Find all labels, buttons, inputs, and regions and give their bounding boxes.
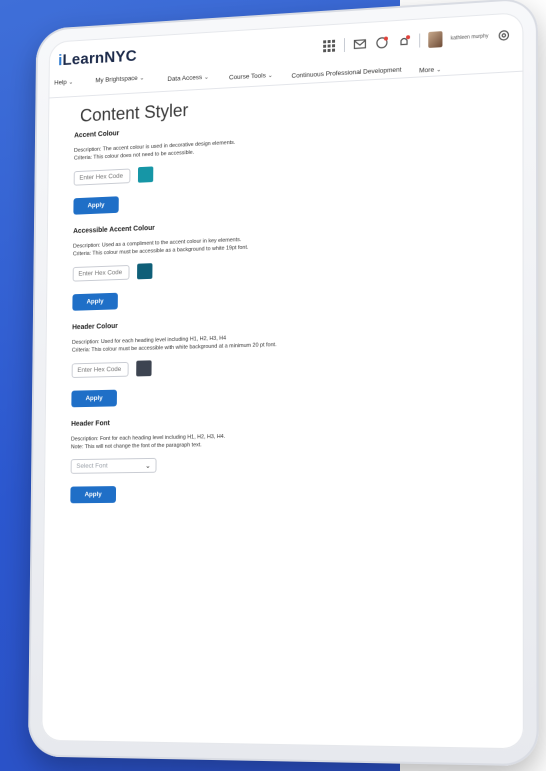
chevron-down-icon: ⌄ xyxy=(139,75,145,82)
apply-button[interactable]: Apply xyxy=(72,292,118,311)
nav-more[interactable]: More ⌄ xyxy=(419,66,442,75)
section-header-colour: Header Colour Description: Used for each… xyxy=(71,311,523,408)
divider xyxy=(419,33,421,48)
hex-code-input[interactable] xyxy=(72,264,130,282)
input-row xyxy=(71,351,524,378)
mail-icon[interactable] xyxy=(353,37,367,52)
logo-text: LearnNYC xyxy=(62,47,137,69)
app-screen: iLearnNYC kathleen murphy Help ⌄ My Brig… xyxy=(41,12,524,750)
hex-code-input[interactable] xyxy=(73,168,131,186)
app-logo[interactable]: iLearnNYC xyxy=(58,48,137,70)
apply-button[interactable]: Apply xyxy=(70,486,117,504)
nav-continuous-professional-development[interactable]: Continuous Professional Development xyxy=(291,67,401,80)
nav-help[interactable]: Help ⌄ xyxy=(54,79,74,87)
color-swatch xyxy=(137,263,153,280)
nav-label: Help xyxy=(54,79,67,87)
section-title: Header Font xyxy=(71,420,110,428)
nav-label: Course Tools xyxy=(228,72,266,82)
apply-button[interactable]: Apply xyxy=(73,196,119,215)
grid-icon[interactable] xyxy=(322,39,336,54)
section-accent-colour: Accent Colour Description: The accent co… xyxy=(73,109,523,215)
chevron-down-icon: ⌄ xyxy=(68,79,74,86)
section-header-font: Header Font Description: Font for each h… xyxy=(70,412,524,504)
nav-my-brightspace[interactable]: My Brightspace ⌄ xyxy=(95,75,145,85)
nav-label: Continuous Professional Development xyxy=(291,66,402,80)
user-avatar[interactable] xyxy=(428,31,443,48)
font-select[interactable]: Select Font ⌄ xyxy=(70,457,157,474)
nav-label: More xyxy=(419,66,435,75)
nav-data-access[interactable]: Data Access ⌄ xyxy=(167,74,209,83)
nav-label: My Brightspace xyxy=(95,75,138,85)
gear-icon[interactable] xyxy=(497,28,511,43)
input-row: Select Font ⌄ xyxy=(70,452,524,474)
user-name[interactable]: kathleen murphy xyxy=(451,33,489,41)
bell-icon[interactable] xyxy=(397,34,411,49)
hex-code-input[interactable] xyxy=(71,361,129,378)
nav-label: Data Access xyxy=(167,74,203,83)
tablet-device: iLearnNYC kathleen murphy Help ⌄ My Brig… xyxy=(27,0,539,767)
section-accessible-accent-colour: Accessible Accent Colour Description: Us… xyxy=(72,210,523,311)
chevron-down-icon: ⌄ xyxy=(267,73,273,80)
chevron-down-icon: ⌄ xyxy=(145,462,151,470)
chat-icon[interactable] xyxy=(375,35,389,50)
chevron-down-icon: ⌄ xyxy=(203,74,209,81)
apply-button[interactable]: Apply xyxy=(71,389,117,408)
color-swatch xyxy=(136,360,152,377)
select-value: Select Font xyxy=(76,462,108,470)
divider xyxy=(343,38,346,53)
nav-course-tools[interactable]: Course Tools ⌄ xyxy=(229,72,273,81)
chevron-down-icon: ⌄ xyxy=(436,67,442,74)
color-swatch xyxy=(137,166,154,183)
main-content: Content Styler Accent Colour Description… xyxy=(44,72,524,504)
